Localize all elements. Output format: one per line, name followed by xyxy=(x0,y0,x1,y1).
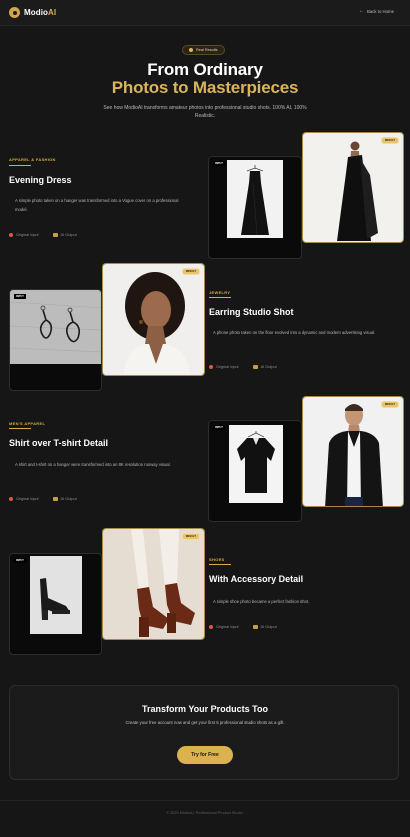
brand-name: ModioAI xyxy=(24,8,57,17)
cta-title: Transform Your Products Too xyxy=(141,704,268,714)
result-badge: RESULT xyxy=(380,137,399,144)
original-input-image: INPUT xyxy=(208,156,302,259)
section-category: JEWELRY xyxy=(209,290,231,295)
category-underline xyxy=(9,165,31,166)
hero-title-line2: Photos to Masterpieces xyxy=(111,78,299,97)
back-to-home-label: Back to Home xyxy=(367,8,394,14)
model-wearing-earrings-photo xyxy=(103,264,204,375)
input-dot-icon xyxy=(9,233,13,237)
brand-logo[interactable]: ModioAI xyxy=(9,7,56,18)
arrow-left-icon: ← xyxy=(359,8,364,14)
section-description: A shirt and t-shirt on a hanger were tra… xyxy=(15,462,171,467)
output-icon xyxy=(252,365,258,369)
ai-output-image: RESULT xyxy=(302,396,404,507)
model-evening-dress-photo xyxy=(303,133,403,242)
hero-title-line1: From Ordinary xyxy=(147,60,263,79)
hanger-dress-photo xyxy=(227,160,283,238)
original-input-image: INPUT xyxy=(9,289,102,391)
category-underline xyxy=(209,564,231,565)
output-icon xyxy=(52,497,58,501)
section-title: With Accessory Detail xyxy=(209,574,304,584)
back-to-home-link[interactable]: ← Back to Home xyxy=(359,8,394,14)
hero-subtitle: See how ModioAI transforms amateur photo… xyxy=(103,105,307,119)
section-description: A simple photo taken on a hanger was tra… xyxy=(15,198,179,212)
sparkle-icon xyxy=(189,48,193,52)
section-description: A phone photo taken on the floor evolved… xyxy=(213,330,376,335)
try-for-free-button[interactable]: Try for Free xyxy=(177,746,233,764)
result-badge: RESULT xyxy=(380,401,399,408)
input-dot-icon xyxy=(9,497,13,501)
footer-divider xyxy=(0,800,410,801)
input-dot-icon xyxy=(209,625,213,629)
section-title: Evening Dress xyxy=(9,175,72,185)
real-results-badge: Real Results xyxy=(182,45,225,55)
output-icon xyxy=(52,233,58,237)
cta-panel: Transform Your Products Too Create your … xyxy=(9,685,399,780)
footer-copyright: © 2025 ModioAI. Professional Product Stu… xyxy=(166,811,244,815)
ai-output-image: RESULT xyxy=(102,528,205,640)
section-title: Shirt over T-shirt Detail xyxy=(9,438,109,448)
shoe-photo xyxy=(30,556,82,634)
result-badge: RESULT xyxy=(181,268,200,275)
section-title: Earring Studio Shot xyxy=(209,307,294,317)
top-navigation-bar: ModioAI ← Back to Home xyxy=(0,0,410,26)
category-underline xyxy=(9,428,31,429)
comparison-legend: Original Input AI Output xyxy=(9,497,77,501)
category-underline xyxy=(209,297,231,298)
model-wearing-shirt-photo xyxy=(303,397,403,506)
input-badge: INPUT xyxy=(14,558,26,563)
input-badge: INPUT xyxy=(213,425,225,430)
section-description: A simple shoe photo became a perfect fas… xyxy=(213,599,310,604)
original-input-image: INPUT xyxy=(208,420,302,522)
model-wearing-shoes-photo xyxy=(103,529,204,639)
output-icon xyxy=(252,625,258,629)
input-badge: INPUT xyxy=(213,161,225,166)
comparison-legend: Original Input AI Output xyxy=(209,625,277,629)
section-category: SHOES xyxy=(209,557,225,562)
input-dot-icon xyxy=(209,365,213,369)
hanger-shirt-photo xyxy=(229,425,283,503)
logo-icon xyxy=(9,7,20,18)
input-badge: INPUT xyxy=(14,294,26,299)
comparison-legend: Original Input AI Output xyxy=(209,365,277,369)
original-input-image: INPUT xyxy=(9,553,102,655)
section-category: MEN'S APPAREL xyxy=(9,421,46,426)
ai-output-image: RESULT xyxy=(302,132,404,243)
cta-subtitle: Create your free account now and get you… xyxy=(125,720,285,725)
result-badge: RESULT xyxy=(181,533,200,540)
comparison-legend: Original Input AI Output xyxy=(9,233,77,237)
section-category: APPAREL & FASHION xyxy=(9,157,56,162)
ai-output-image: RESULT xyxy=(102,263,205,376)
earrings-on-floor-photo xyxy=(10,290,101,364)
